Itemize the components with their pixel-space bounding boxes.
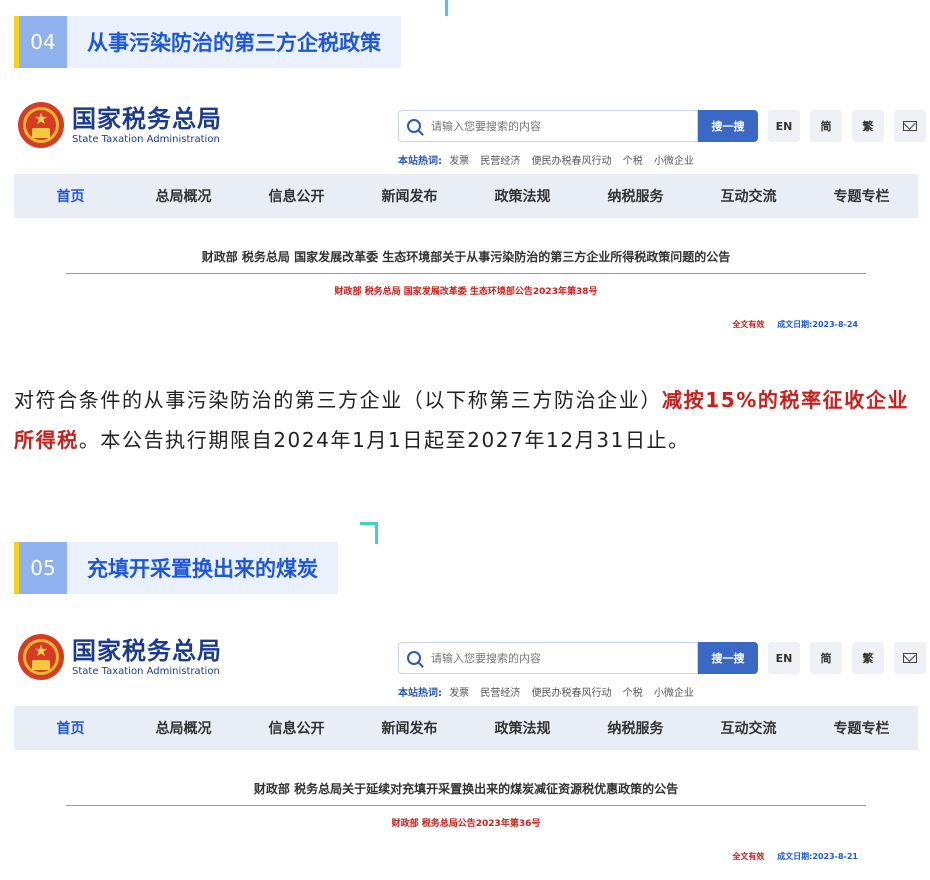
- hot-word-link[interactable]: 个税: [623, 156, 643, 167]
- hot-word-link[interactable]: 个税: [623, 688, 643, 699]
- hot-word-link[interactable]: 发票: [449, 156, 469, 167]
- nav-item-policy[interactable]: 政策法规: [466, 718, 579, 738]
- hot-words-label: 本站热词:: [398, 688, 442, 699]
- nav-item-home[interactable]: 首页: [14, 718, 127, 738]
- announcement-title: 财政部 税务总局关于延续对充填开采置换出来的煤炭减征资源税优惠政策的公告: [253, 782, 679, 796]
- search-bar: 搜一搜 EN 简 繁: [398, 110, 926, 142]
- logo-chinese-name: 国家税务总局: [72, 635, 222, 665]
- validity-status: 全文有效: [732, 320, 765, 329]
- site-logo[interactable]: ★ 国家税务总局 State Taxation Administration: [18, 634, 222, 680]
- nav-item-tax-service[interactable]: 纳税服务: [579, 186, 692, 206]
- language-simplified-button[interactable]: 简: [810, 110, 842, 142]
- logo-english-name: State Taxation Administration: [72, 133, 220, 145]
- decorative-corner-mark: [360, 522, 378, 544]
- mail-button[interactable]: [894, 110, 926, 142]
- search-field[interactable]: [398, 642, 698, 674]
- announcement-title: 财政部 税务总局 国家发展改革委 生态环境部关于从事污染防治的第三方企业所得税政…: [201, 250, 731, 264]
- decorative-corner-mark: [430, 0, 448, 16]
- hot-words-label: 本站热词:: [398, 156, 442, 167]
- policy-paragraph: 对符合条件的从事污染防治的第三方企业（以下称第三方防治企业）减按15%的税率征收…: [14, 380, 918, 460]
- announcement-block: 财政部 税务总局 国家发展改革委 生态环境部关于从事污染防治的第三方企业所得税政…: [14, 248, 918, 330]
- mail-icon: [903, 653, 917, 663]
- nav-item-disclosure[interactable]: 信息公开: [240, 718, 353, 738]
- section-number: 05: [19, 542, 67, 594]
- nav-item-tax-service[interactable]: 纳税服务: [579, 718, 692, 738]
- hot-word-link[interactable]: 便民办税春风行动: [532, 156, 612, 167]
- hot-words: 本站热词: 发票 民营经济 便民办税春风行动 个税 小微企业: [398, 152, 702, 167]
- language-en-button[interactable]: EN: [768, 642, 800, 674]
- nav-item-overview[interactable]: 总局概况: [127, 186, 240, 206]
- tax-portal-screenshot-2: ★ 国家税务总局 State Taxation Administration 搜…: [14, 628, 926, 862]
- search-icon: [407, 119, 421, 133]
- hot-word-link[interactable]: 小微企业: [654, 156, 694, 167]
- nav-item-disclosure[interactable]: 信息公开: [240, 186, 353, 206]
- document-number: 财政部 税务总局公告2023年第36号: [391, 819, 541, 829]
- issue-date: 成文日期:2023-8-24: [777, 320, 858, 329]
- national-emblem-icon: ★: [18, 102, 64, 148]
- validity-status: 全文有效: [732, 852, 765, 861]
- divider: [66, 273, 866, 274]
- nav-item-news[interactable]: 新闻发布: [353, 186, 466, 206]
- search-field[interactable]: [398, 110, 698, 142]
- section-title: 从事污染防治的第三方企税政策: [67, 16, 401, 68]
- nav-item-interaction[interactable]: 互动交流: [692, 718, 805, 738]
- section-number: 04: [19, 16, 67, 68]
- site-logo[interactable]: ★ 国家税务总局 State Taxation Administration: [18, 102, 222, 148]
- divider: [66, 805, 866, 806]
- language-en-button[interactable]: EN: [768, 110, 800, 142]
- nav-item-news[interactable]: 新闻发布: [353, 718, 466, 738]
- search-icon: [407, 651, 421, 665]
- logo-english-name: State Taxation Administration: [72, 665, 220, 677]
- announcement-meta: 全文有效 成文日期:2023-8-21: [14, 851, 918, 862]
- nav-item-topics[interactable]: 专题专栏: [805, 186, 918, 206]
- search-bar: 搜一搜 EN 简 繁: [398, 642, 926, 674]
- hot-word-link[interactable]: 便民办税春风行动: [532, 688, 612, 699]
- mail-icon: [903, 121, 917, 131]
- nav-item-interaction[interactable]: 互动交流: [692, 186, 805, 206]
- logo-chinese-name: 国家税务总局: [72, 103, 222, 133]
- announcement-meta: 全文有效 成文日期:2023-8-24: [14, 319, 918, 330]
- section-title: 充填开采置换出来的煤炭: [67, 542, 338, 594]
- hot-word-link[interactable]: 民营经济: [480, 156, 520, 167]
- tax-portal-screenshot-1: ★ 国家税务总局 State Taxation Administration 搜…: [14, 96, 926, 330]
- language-simplified-button[interactable]: 简: [810, 642, 842, 674]
- paragraph-text: 。本公告执行期限自2024年1月1日起至2027年12月31日止。: [78, 428, 690, 452]
- nav-item-home[interactable]: 首页: [14, 186, 127, 206]
- search-button[interactable]: 搜一搜: [698, 110, 758, 142]
- hot-word-link[interactable]: 民营经济: [480, 688, 520, 699]
- hot-word-link[interactable]: 小微企业: [654, 688, 694, 699]
- paragraph-text: 对符合条件的从事污染防治的第三方企业（以下称第三方防治企业）: [14, 388, 662, 412]
- nav-item-policy[interactable]: 政策法规: [466, 186, 579, 206]
- national-emblem-icon: ★: [18, 634, 64, 680]
- issue-date: 成文日期:2023-8-21: [777, 852, 858, 861]
- announcement-block: 财政部 税务总局关于延续对充填开采置换出来的煤炭减征资源税优惠政策的公告 财政部…: [14, 780, 918, 862]
- language-traditional-button[interactable]: 繁: [852, 642, 884, 674]
- main-navigation: 首页 总局概况 信息公开 新闻发布 政策法规 纳税服务 互动交流 专题专栏: [14, 706, 918, 750]
- hot-words: 本站热词: 发票 民营经济 便民办税春风行动 个税 小微企业: [398, 684, 702, 699]
- search-input[interactable]: [431, 651, 681, 665]
- search-input[interactable]: [431, 119, 681, 133]
- mail-button[interactable]: [894, 642, 926, 674]
- search-button[interactable]: 搜一搜: [698, 642, 758, 674]
- main-navigation: 首页 总局概况 信息公开 新闻发布 政策法规 纳税服务 互动交流 专题专栏: [14, 174, 918, 218]
- language-traditional-button[interactable]: 繁: [852, 110, 884, 142]
- document-number: 财政部 税务总局 国家发展改革委 生态环境部公告2023年第38号: [334, 287, 598, 297]
- nav-item-topics[interactable]: 专题专栏: [805, 718, 918, 738]
- hot-word-link[interactable]: 发票: [449, 688, 469, 699]
- section-header-04: 04 从事污染防治的第三方企税政策: [14, 16, 401, 68]
- nav-item-overview[interactable]: 总局概况: [127, 718, 240, 738]
- section-header-05: 05 充填开采置换出来的煤炭: [14, 542, 338, 594]
